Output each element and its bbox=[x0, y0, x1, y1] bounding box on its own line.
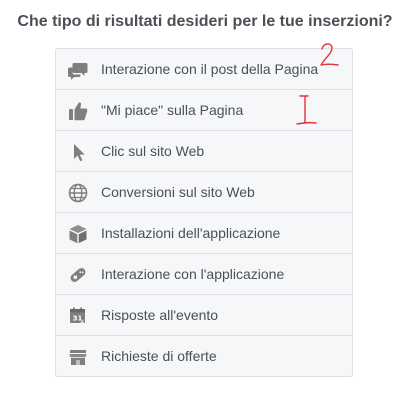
option-event-responses[interactable]: 31 Risposte all'evento bbox=[56, 295, 352, 336]
annotation-number-two: 2 bbox=[317, 40, 341, 70]
package-box-icon bbox=[67, 223, 89, 245]
option-label: Richieste di offerte bbox=[101, 348, 217, 364]
option-app-installs[interactable]: Installazioni dell'applicazione bbox=[56, 213, 352, 254]
storefront-icon bbox=[67, 346, 89, 368]
option-offer-claims[interactable]: Richieste di offerte bbox=[56, 336, 352, 376]
globe-icon bbox=[67, 182, 89, 204]
option-label: "Mi piace" sulla Pagina bbox=[101, 102, 244, 118]
calendar-icon: 31 bbox=[67, 305, 89, 327]
speech-bubbles-icon bbox=[67, 59, 89, 81]
option-label: Interazione con l'applicazione bbox=[101, 266, 285, 282]
cursor-pointer-icon bbox=[67, 141, 89, 163]
option-label: Clic sul sito Web bbox=[101, 143, 205, 159]
option-label: Installazioni dell'applicazione bbox=[101, 225, 281, 241]
annotation-number-one: 1 bbox=[294, 92, 320, 128]
option-website-clicks[interactable]: Clic sul sito Web bbox=[56, 131, 352, 172]
thumbs-up-icon bbox=[67, 100, 89, 122]
option-label: Risposte all'evento bbox=[101, 307, 219, 323]
option-label: Interazione con il post della Pagina bbox=[101, 61, 319, 77]
page-heading: Che tipo di risultati desideri per le tu… bbox=[17, 13, 393, 30]
option-post-engagement[interactable]: Interazione con il post della Pagina bbox=[56, 49, 352, 90]
svg-text:31: 31 bbox=[73, 315, 83, 323]
game-controller-icon bbox=[67, 264, 89, 286]
option-label: Conversioni sul sito Web bbox=[101, 184, 255, 200]
option-app-engagement[interactable]: Interazione con l'applicazione bbox=[56, 254, 352, 295]
option-website-conversions[interactable]: Conversioni sul sito Web bbox=[56, 172, 352, 213]
